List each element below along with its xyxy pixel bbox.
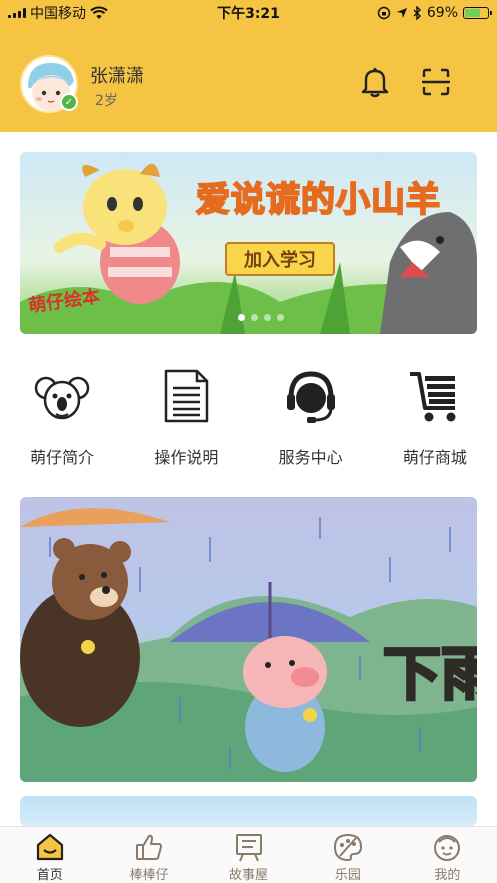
tab-paradise[interactable]: 乐园 [298,827,397,883]
wifi-icon [90,6,108,19]
menu-item-instructions[interactable]: 操作说明 [124,366,248,476]
cart-icon [405,366,465,426]
tab-label: 首页 [36,868,63,883]
tab-story-house[interactable]: 故事屋 [199,827,298,883]
palette-icon [333,833,362,862]
join-study-button[interactable]: 加入学习 [225,242,335,276]
user-age: 2岁 [95,93,118,109]
tab-bangbangzai[interactable]: 棒棒仔 [99,827,198,883]
verified-badge-icon: ✓ [60,93,78,111]
clock: 下午3:21 [217,6,280,22]
story-banner-carousel[interactable]: 爱说谎的小山羊 加入学习 萌仔绘本 [20,152,477,334]
carousel-indicator [238,314,284,321]
menu-label: 萌仔商城 [402,448,467,467]
tab-home[interactable]: 首页 [0,827,99,883]
story-board-icon [235,834,262,862]
bottom-tab-bar: 首页 棒棒仔 故事屋 乐园 我的 [0,826,497,883]
tab-label: 故事屋 [229,868,269,883]
menu-label: 服务中心 [278,448,343,467]
status-bar: 中国移动 下午3:21 69% [0,0,497,26]
battery-icon [463,7,492,19]
tab-label: 我的 [434,868,461,883]
tab-label: 乐园 [334,868,361,883]
menu-label: 萌仔简介 [30,448,95,467]
carousel-dot[interactable] [238,314,245,321]
menu-item-service[interactable]: 服务中心 [249,366,373,476]
home-icon [36,833,63,861]
next-story-banner[interactable] [20,796,477,826]
menu-label: 操作说明 [154,448,219,467]
scan-icon[interactable] [420,66,452,98]
thumbs-up-icon [136,834,163,860]
carousel-dot[interactable] [264,314,271,321]
user-name: 张潇潇 [90,66,144,87]
status-left: 中国移动 [8,3,178,23]
menu-item-intro[interactable]: 萌仔简介 [0,366,124,476]
headset-icon [281,366,341,426]
banner-title: 下雨 [381,639,477,710]
carrier-label: 中国移动 [30,6,86,22]
rain-story-banner[interactable]: 下雨 [20,497,477,782]
koala-icon [32,366,92,426]
location-icon [396,8,407,18]
carousel-dot[interactable] [251,314,258,321]
carousel-dot[interactable] [277,314,284,321]
tab-label: 棒棒仔 [129,868,169,883]
document-icon [156,366,216,426]
menu-item-shop[interactable]: 萌仔商城 [373,366,497,476]
tab-mine[interactable]: 我的 [398,827,497,883]
battery-percent: 69% [426,5,458,21]
quick-menu: 萌仔简介 操作说明 服务中心 萌仔商城 [0,366,497,476]
bell-icon[interactable] [360,66,390,98]
profile-face-icon [434,835,461,861]
banner-title: 爱说谎的小山羊 [195,179,441,221]
signal-icon [8,8,26,18]
status-right: 69% [319,5,492,21]
bluetooth-icon [413,6,421,20]
user-header: ✓ 张潇潇 2岁 [0,26,497,132]
orientation-lock-icon [377,6,391,20]
